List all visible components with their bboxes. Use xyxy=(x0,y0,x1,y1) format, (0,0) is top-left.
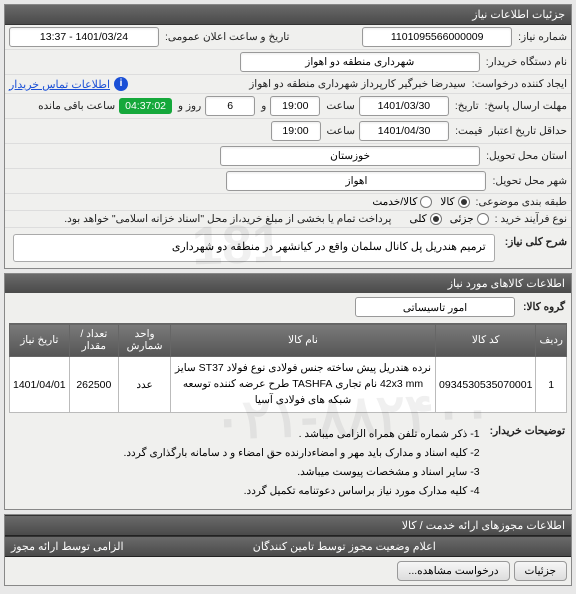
classification-radio-group: کالا کالا/خدمت xyxy=(372,196,469,208)
province-field: خوزستان xyxy=(220,146,480,166)
cell-date: 1401/04/01 xyxy=(10,357,70,413)
need-no-field: 1101095566000009 xyxy=(362,27,512,47)
note-line: 1- ذکر شماره تلفن همراه الزامی میباشد . xyxy=(123,425,479,444)
city-label: شهر محل تحویل: xyxy=(490,175,567,187)
deadline-date-field: 1401/03/30 xyxy=(359,96,449,116)
radio-full-label: کلی xyxy=(409,213,426,225)
cell-name: نرده هندریل پیش ساخته جنس فولادی نوع فول… xyxy=(171,357,436,413)
need-no-label: شماره نیاز: xyxy=(516,31,567,43)
th-name: نام کالا xyxy=(171,324,436,357)
goods-group-value: امور تاسیساتی xyxy=(355,297,515,317)
buyer-contact-link[interactable]: i اطلاعات تماس خریدار xyxy=(9,77,128,91)
cell-unit: عدد xyxy=(119,357,171,413)
deadline-till-label: تاریخ: xyxy=(453,100,479,112)
need-info-panel: جزئیات اطلاعات نیاز شماره نیاز: 11010955… xyxy=(4,4,572,269)
requester-value: سیدرضا خبرگیر کارپرداز شهرداری منطقه دو … xyxy=(247,78,466,90)
goods-header: اطلاعات کالاهای مورد نیاز xyxy=(5,274,571,293)
details-button[interactable]: جزئیات xyxy=(514,561,567,581)
footer-bar-1: اطلاعات مجوزهای ارائه خدمت / کالا xyxy=(5,515,571,536)
note-line: 4- کلیه مدارک مورد نیاز براساس دعوتنامه … xyxy=(123,482,479,501)
buy-process-radio-group: جزئی کلی xyxy=(409,213,488,225)
desc-label: شرح کلی نیاز: xyxy=(503,230,567,248)
table-row: 1 0934530535070001 نرده هندریل پیش ساخته… xyxy=(10,357,567,413)
price-valid-label: حداقل تاریخ اعتبار xyxy=(487,125,567,137)
goods-group-label: گروه کالا: xyxy=(521,301,565,313)
pay-note: پرداخت تمام یا بخشی از مبلغ خرید،از محل … xyxy=(9,213,391,225)
public-datetime-field: 1401/03/24 - 13:37 xyxy=(9,27,159,47)
public-datetime-label: تاریخ و ساعت اعلان عمومی: xyxy=(163,31,289,43)
and-label: و xyxy=(259,100,266,112)
day-label: روز و xyxy=(176,100,201,112)
price-date-field: 1401/04/30 xyxy=(359,121,449,141)
footer-panel: اطلاعات مجوزهای ارائه خدمت / کالا اعلام … xyxy=(4,514,572,586)
time-label-1: ساعت xyxy=(324,100,355,112)
buyer-contact-label: اطلاعات تماس خریدار xyxy=(9,78,110,91)
price-label: قیمت: xyxy=(453,125,483,137)
radio-service[interactable] xyxy=(420,196,432,208)
city-field: اهواز xyxy=(226,171,486,191)
th-unit: واحد شمارش xyxy=(119,324,171,357)
radio-partial[interactable] xyxy=(477,213,489,225)
radio-goods-label: کالا xyxy=(440,196,454,208)
radio-full[interactable] xyxy=(430,213,442,225)
radio-goods[interactable] xyxy=(458,196,470,208)
days-field: 6 xyxy=(205,96,255,116)
cell-code: 0934530535070001 xyxy=(436,357,536,413)
footer-bar-3: الزامی توسط ارائه مجوز xyxy=(11,540,124,553)
time-label-2: ساعت xyxy=(325,125,356,137)
buyer-field: شهرداری منطقه دو اهواز xyxy=(240,52,480,72)
price-time-field: 19:00 xyxy=(271,121,321,141)
classification-label: طبقه بندی موضوعی: xyxy=(474,196,567,208)
buy-process-label: نوع فرآیند خرید : xyxy=(493,213,567,225)
goods-panel: اطلاعات کالاهای مورد نیاز گروه کالا: امو… xyxy=(4,273,572,510)
cell-qty: 262500 xyxy=(69,357,119,413)
requester-label: ایجاد کننده درخواست: xyxy=(470,78,567,90)
deadline-send-label: مهلت ارسال پاسخ: xyxy=(483,100,567,112)
th-date: تاریخ نیاز xyxy=(10,324,70,357)
province-label: استان محل تحویل: xyxy=(484,150,567,162)
radio-service-label: کالا/خدمت xyxy=(372,196,417,208)
buyer-notes-label: توضیحات خریدار: xyxy=(490,419,571,509)
note-line: 2- کلیه اسناد و مدارک باید مهر و امضاءدا… xyxy=(123,444,479,463)
cell-row: 1 xyxy=(536,357,567,413)
th-row: ردیف xyxy=(536,324,567,357)
deadline-time-field: 19:00 xyxy=(270,96,320,116)
info-icon: i xyxy=(114,77,128,91)
history-button[interactable]: درخواست مشاهده... xyxy=(397,561,509,581)
buyer-notes: 1- ذکر شماره تلفن همراه الزامی میباشد . … xyxy=(113,419,489,509)
desc-box: ترمیم هندریل پل کانال سلمان واقع در کیان… xyxy=(13,234,495,262)
th-qty: تعداد / مقدار xyxy=(69,324,119,357)
th-code: کد کالا xyxy=(436,324,536,357)
panel-title: جزئیات اطلاعات نیاز xyxy=(5,5,571,25)
remaining-label: ساعت باقی مانده xyxy=(36,100,115,112)
buyer-label: نام دستگاه خریدار: xyxy=(484,56,567,68)
remaining-badge: 04:37:02 xyxy=(119,98,172,114)
footer-bar-2: اعلام وضعیت مجوز توسط تامین کنندگان xyxy=(124,540,565,553)
radio-partial-label: جزئی xyxy=(450,213,474,225)
goods-table: ردیف کد کالا نام کالا واحد شمارش تعداد /… xyxy=(9,323,567,413)
note-line: 3- سایر اسناد و مشخصات پیوست میباشد. xyxy=(123,463,479,482)
